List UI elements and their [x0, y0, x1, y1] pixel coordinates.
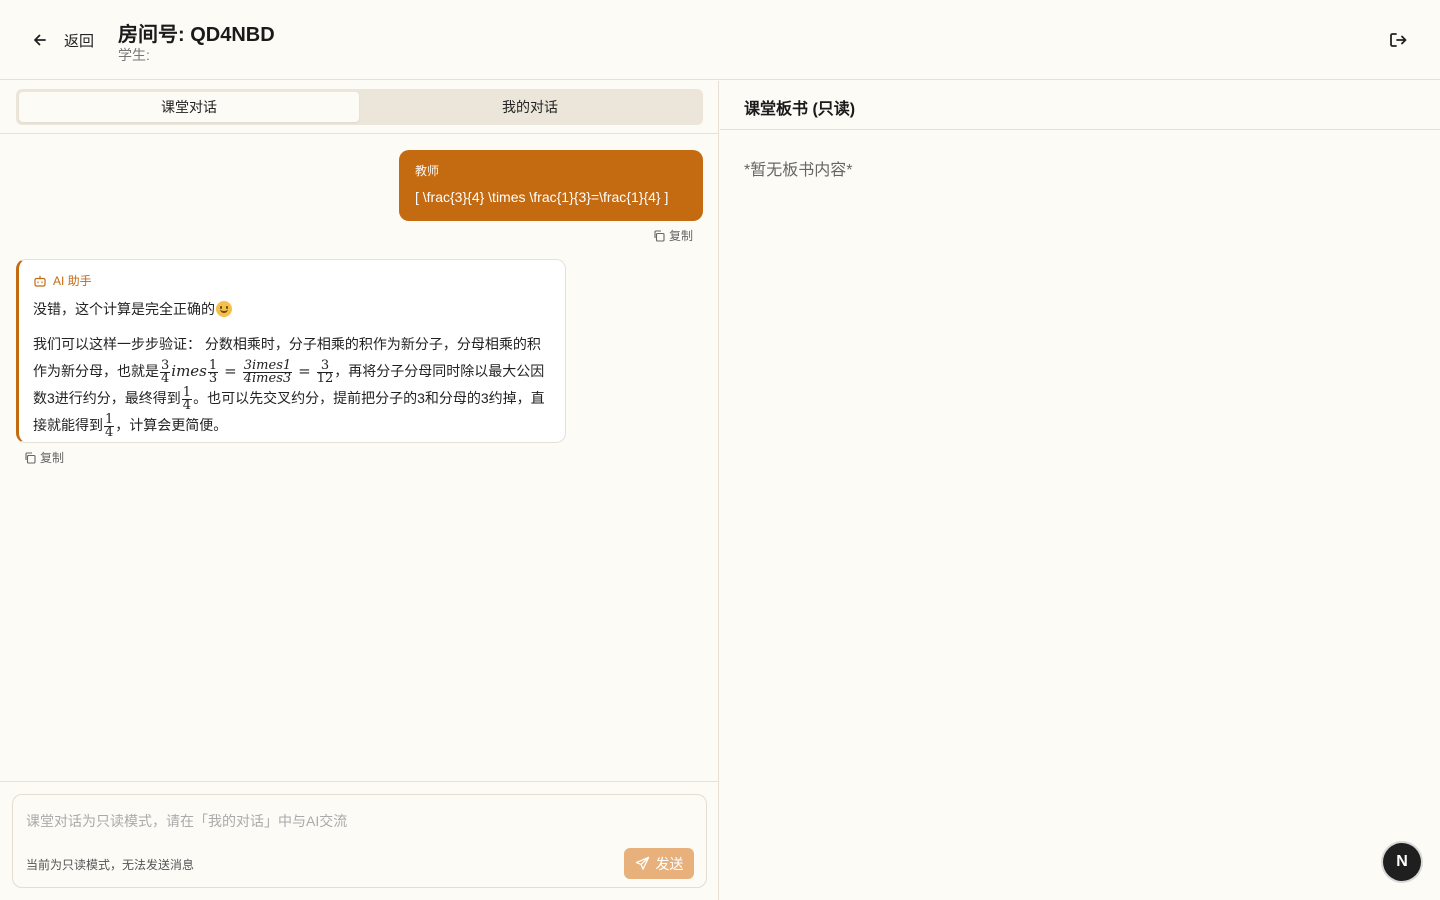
copy-label: 复制 — [669, 229, 694, 243]
divider — [0, 781, 719, 782]
floating-action-button[interactable]: N — [1383, 843, 1421, 881]
board-title: 课堂板书 (只读) — [744, 101, 856, 118]
explanation-text: ，计算会更简便。 — [115, 417, 228, 433]
logout-button[interactable] — [1386, 28, 1410, 52]
fraction: 14 — [104, 411, 115, 440]
room-title: 房间号: QD4NBD — [118, 24, 275, 46]
copy-button[interactable]: 复制 — [653, 227, 693, 244]
app-header: 返回 房间号: QD4NBD 学生: — [0, 0, 1440, 80]
message-input[interactable]: 课堂对话为只读模式，请在「我的对话」中与AI交流 — [26, 811, 347, 831]
chat-panel: 课堂对话 我的对话 教师 [ \frac{3}{4} \times \frac{… — [0, 81, 719, 900]
message-text: 没错，这个计算是完全正确的 — [33, 299, 551, 319]
chat-tabs: 课堂对话 我的对话 — [16, 89, 703, 125]
copy-button[interactable]: 复制 — [24, 449, 64, 466]
bot-icon — [34, 275, 46, 287]
message-input-box[interactable]: 课堂对话为只读模式，请在「我的对话」中与AI交流 当前为只读模式，无法发送消息 … — [12, 794, 707, 888]
ai-message: AI 助手 没错，这个计算是完全正确的 我们可以这样一步步验证： 分数相乘时，分… — [16, 259, 566, 443]
copy-icon — [654, 229, 665, 242]
teacher-message: 教师 [ \frac{3}{4} \times \frac{1}{3}=\fra… — [399, 150, 703, 221]
logout-icon — [1390, 33, 1407, 47]
tab-class-chat[interactable]: 课堂对话 — [19, 92, 359, 122]
readonly-note: 当前为只读模式，无法发送消息 — [26, 858, 195, 872]
tab-my-chat[interactable]: 我的对话 — [360, 92, 700, 122]
student-label: 学生: — [118, 47, 150, 63]
back-label: 返回 — [64, 32, 95, 50]
board-panel: 课堂板书 (只读) *暂无板书内容* — [720, 81, 1440, 900]
board-empty-text: *暂无板书内容* — [744, 162, 853, 179]
fraction: 3imes1 4imes3 — [242, 357, 293, 386]
ai-line1-text: 没错，这个计算是完全正确的 — [33, 301, 215, 317]
fraction: 3 12 — [316, 357, 334, 386]
math-text: imes — [171, 362, 207, 380]
send-icon — [635, 856, 649, 870]
smiley-emoji-icon — [216, 301, 232, 317]
fraction: 14 — [181, 384, 193, 413]
fraction: 34 — [160, 357, 171, 386]
ai-explanation: 我们可以这样一步步验证： 分数相乘时，分子相乘的积作为新分子，分母相乘的积作为新… — [33, 336, 545, 440]
copy-label: 复制 — [40, 451, 65, 465]
copy-icon — [25, 451, 36, 464]
message-sender: 教师 — [415, 164, 440, 178]
back-button[interactable]: 返回 — [30, 28, 94, 52]
divider — [720, 129, 1440, 130]
divider — [0, 133, 719, 134]
message-text: [ \frac{3}{4} \times \frac{1}{3}=\frac{1… — [415, 189, 669, 205]
arrow-left-icon — [34, 34, 46, 46]
send-label: 发送 — [655, 855, 684, 872]
send-button[interactable]: 发送 — [624, 848, 694, 879]
fraction: 13 — [207, 357, 219, 386]
message-sender: AI 助手 — [53, 274, 92, 288]
